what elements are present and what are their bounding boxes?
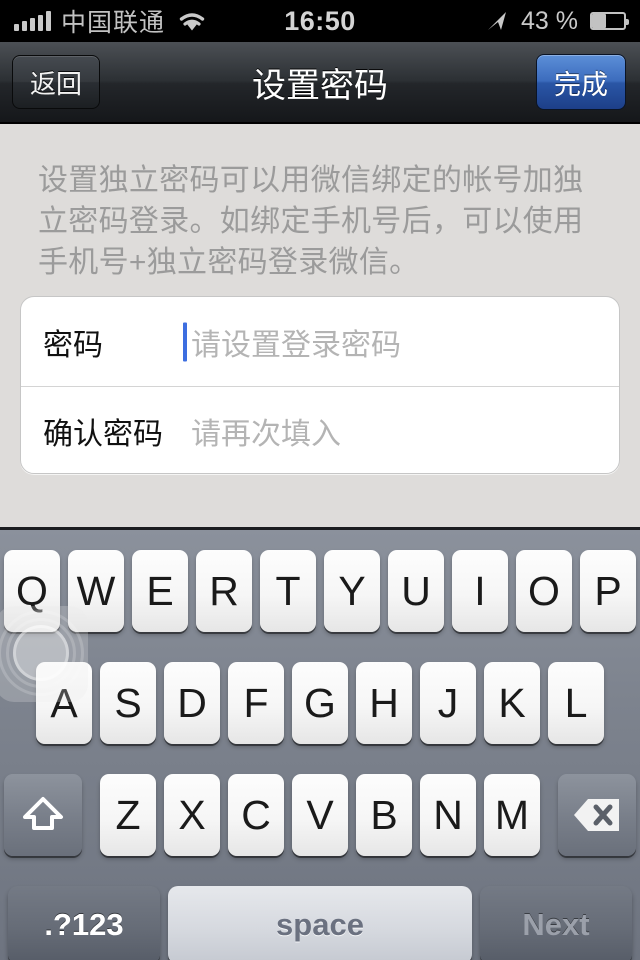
confirm-password-input[interactable]: 请再次填入: [191, 409, 619, 453]
confirm-password-placeholder: 请再次填入: [191, 418, 341, 451]
shift-key[interactable]: [4, 774, 82, 856]
key-z[interactable]: Z: [100, 774, 156, 856]
key-r[interactable]: R: [196, 550, 252, 632]
password-form-card: 密码 请设置登录密码 确认密码 请再次填入: [20, 296, 620, 474]
key-y[interactable]: Y: [324, 550, 380, 632]
description-text: 设置独立密码可以用微信绑定的帐号加独立密码登录。如绑定手机号后，可以使用手机号+…: [38, 164, 584, 279]
key-m[interactable]: M: [484, 774, 540, 856]
key-k[interactable]: K: [484, 662, 540, 744]
key-s[interactable]: S: [100, 662, 156, 744]
confirm-password-label: 确认密码: [43, 418, 163, 451]
key-j[interactable]: J: [420, 662, 476, 744]
location-arrow-icon: [485, 9, 509, 33]
key-d[interactable]: D: [164, 662, 220, 744]
key-n[interactable]: N: [420, 774, 476, 856]
key-a[interactable]: A: [36, 662, 92, 744]
space-key[interactable]: space: [168, 886, 472, 960]
keyboard-row-4: .?123 space Next: [0, 886, 640, 960]
backspace-key[interactable]: [558, 774, 636, 856]
return-key[interactable]: Next: [480, 886, 632, 960]
done-button[interactable]: 完成: [536, 54, 626, 110]
battery-percent-label: 43 %: [521, 6, 578, 35]
key-l[interactable]: L: [548, 662, 604, 744]
keyboard-letters-row-3: ZXCVBNM: [100, 774, 540, 856]
key-h[interactable]: H: [356, 662, 412, 744]
key-f[interactable]: F: [228, 662, 284, 744]
key-u[interactable]: U: [388, 550, 444, 632]
key-x[interactable]: X: [164, 774, 220, 856]
key-g[interactable]: G: [292, 662, 348, 744]
numeric-switch-key[interactable]: .?123: [8, 886, 160, 960]
password-placeholder: 请设置登录密码: [191, 328, 401, 362]
content-area: 设置独立密码可以用微信绑定的帐号加独立密码登录。如绑定手机号后，可以使用手机号+…: [0, 124, 640, 527]
clock-label: 16:50: [284, 5, 356, 36]
battery-icon: [590, 12, 629, 30]
navigation-bar: 返回 设置密码 完成: [0, 42, 640, 124]
password-input[interactable]: 请设置登录密码: [183, 320, 619, 364]
text-caret: [183, 322, 187, 361]
key-w[interactable]: W: [68, 550, 124, 632]
confirm-password-row[interactable]: 确认密码 请再次填入: [21, 386, 619, 473]
keyboard-row-2: ASDFGHJKL: [0, 662, 640, 744]
key-v[interactable]: V: [292, 774, 348, 856]
on-screen-keyboard: QWERTYUIOP ASDFGHJKL ZXCVBNM .?123 space…: [0, 527, 640, 960]
key-p[interactable]: P: [580, 550, 636, 632]
key-e[interactable]: E: [132, 550, 188, 632]
key-b[interactable]: B: [356, 774, 412, 856]
key-i[interactable]: I: [452, 550, 508, 632]
status-bar: 中国联通 16:50 43 %: [0, 0, 640, 42]
keyboard-row-1: QWERTYUIOP: [0, 550, 640, 632]
phone-screen: 中国联通 16:50 43 % 返回 设置密码 完成 设置独立密码可以用微信绑定…: [0, 0, 640, 960]
password-row[interactable]: 密码 请设置登录密码: [21, 297, 619, 386]
key-t[interactable]: T: [260, 550, 316, 632]
status-bar-right: 43 %: [485, 6, 629, 36]
key-o[interactable]: O: [516, 550, 572, 632]
keyboard-row-3: ZXCVBNM: [0, 774, 640, 856]
password-label: 密码: [43, 328, 103, 362]
key-q[interactable]: Q: [4, 550, 60, 632]
key-c[interactable]: C: [228, 774, 284, 856]
